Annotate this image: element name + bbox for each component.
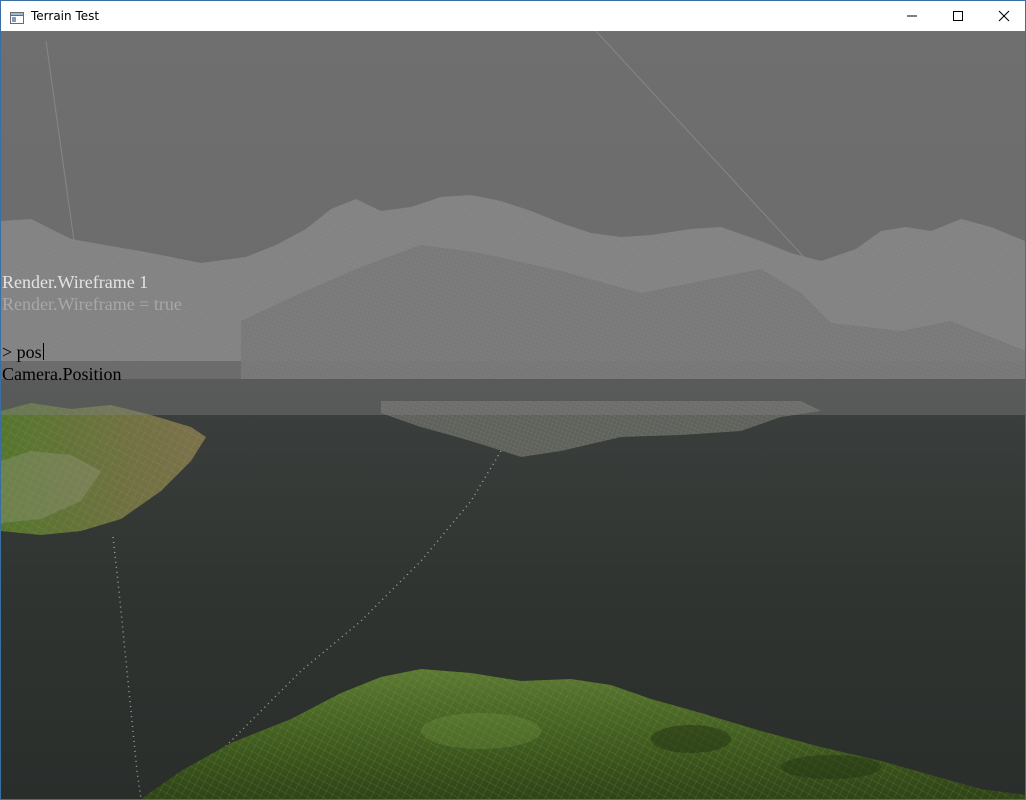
console-prompt: > — [2, 342, 17, 362]
minimize-button[interactable] — [889, 1, 935, 31]
title-bar[interactable]: Terrain Test — [1, 1, 1025, 31]
window-title: Terrain Test — [31, 9, 100, 23]
developer-console[interactable]: Render.Wireframe 1 Render.Wireframe = tr… — [1, 31, 1025, 415]
maximize-icon — [953, 11, 963, 21]
console-history-line: Render.Wireframe = true — [2, 294, 182, 314]
text-caret — [42, 343, 44, 360]
console-input-value: pos — [16, 342, 42, 362]
console-input[interactable]: > pos — [2, 342, 44, 362]
maximize-button[interactable] — [935, 1, 981, 31]
app-window: Terrain Test Render.Wireframe 1 Render.W… — [0, 0, 1026, 800]
close-button[interactable] — [981, 1, 1025, 31]
console-autocomplete-suggestion[interactable]: Camera.Position — [2, 364, 122, 384]
console-history-line: Render.Wireframe 1 — [2, 272, 149, 292]
close-icon — [998, 10, 1010, 22]
render-viewport[interactable]: Render.Wireframe 1 Render.Wireframe = tr… — [1, 31, 1025, 799]
window-app-icon — [10, 9, 24, 24]
minimize-icon — [907, 15, 917, 17]
